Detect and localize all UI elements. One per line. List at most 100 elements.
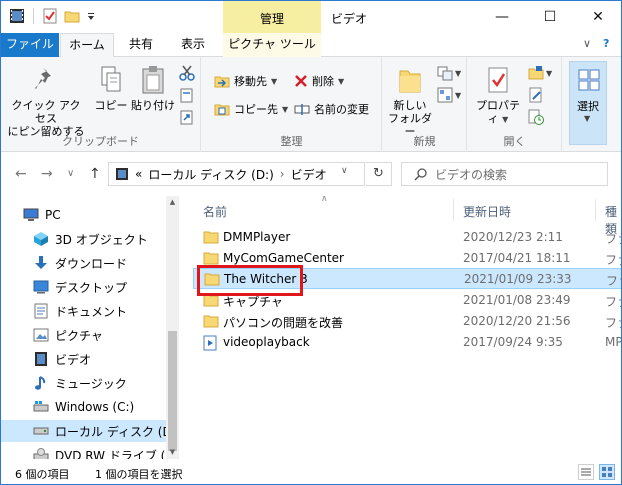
file-date: 2021/01/09 23:33 <box>464 272 572 286</box>
pin-quick-access-button[interactable]: クイック アクセス にピン留めする <box>7 65 85 138</box>
paste-shortcut-icon[interactable] <box>179 109 195 125</box>
easy-access-icon[interactable] <box>437 87 453 103</box>
folder-icon <box>203 231 219 244</box>
open-icon[interactable] <box>528 65 544 81</box>
breadcrumb-videos[interactable]: ビデオ <box>291 166 327 183</box>
close-button[interactable]: ✕ <box>575 1 621 33</box>
paste-button[interactable]: 貼り付け <box>131 65 175 112</box>
properties-label: プロパティ <box>476 99 520 125</box>
nav-item-dvd-drive-e[interactable]: DVD RW ドライブ (E:) A <box>1 444 179 459</box>
desktop-icon <box>33 279 49 295</box>
nav-scrollbar[interactable]: ▲ ▼ <box>166 196 179 459</box>
nav-item-pc[interactable]: PC <box>1 204 166 226</box>
details-view-button[interactable] <box>578 464 594 480</box>
tab-home[interactable]: ホーム <box>60 33 114 58</box>
rename-button[interactable]: 名前の変更 <box>294 101 369 117</box>
column-header-date[interactable]: 更新日時 <box>463 203 511 220</box>
maximize-button[interactable]: ☐ <box>527 1 573 33</box>
nav-item-3d-objects[interactable]: 3D オブジェクト <box>1 228 166 250</box>
minimize-button[interactable]: — <box>479 1 525 33</box>
nav-item-local-disk-d[interactable]: ローカル ディスク (D:) <box>1 420 179 442</box>
column-divider[interactable] <box>453 199 454 221</box>
file-row-pc-fix[interactable]: パソコンの問題を改善 2020/12/20 21:56 ファ <box>193 311 621 332</box>
window-title: ビデオ <box>331 12 368 26</box>
file-date: 2021/01/08 23:49 <box>463 293 571 307</box>
nav-item-label: ドキュメント <box>55 304 128 319</box>
recent-locations-button[interactable]: ∨ <box>67 168 74 179</box>
nav-item-label: ピクチャ <box>55 328 103 343</box>
move-to-button[interactable]: 移動先 ▼ <box>214 73 277 89</box>
new-folder-label-1: 新しい <box>393 99 427 112</box>
move-to-dropdown-icon: ▼ <box>271 76 278 86</box>
status-item-count: 6 個の項目 <box>15 468 70 481</box>
tab-file[interactable]: ファイル <box>1 33 59 57</box>
annotation-highlight-box <box>197 265 303 296</box>
properties-icon <box>488 67 508 93</box>
nav-item-music[interactable]: ミュージック <box>1 372 166 394</box>
collapse-ribbon-button[interactable]: ∨ <box>583 37 591 50</box>
nav-item-documents[interactable]: ドキュメント <box>1 300 166 322</box>
videos-icon <box>33 351 49 367</box>
documents-icon <box>33 303 49 319</box>
back-button[interactable]: ← <box>15 166 27 182</box>
nav-item-videos[interactable]: ビデオ <box>1 348 166 370</box>
paste-icon <box>142 66 164 94</box>
file-date: 2017/09/24 9:35 <box>463 335 563 349</box>
nav-item-desktop[interactable]: デスクトップ <box>1 276 166 298</box>
search-input[interactable]: ビデオの検索 <box>401 162 608 186</box>
ribbon-home: クイック アクセス にピン留めする コピー 貼り付け クリップボード 移動先 ▼… <box>1 57 621 152</box>
properties-dropdown-icon: ▼ <box>502 115 509 124</box>
column-header-name[interactable]: 名前 <box>203 203 227 220</box>
copy-path-icon[interactable] <box>179 87 195 103</box>
up-button[interactable]: ↑ <box>89 166 101 182</box>
address-dropdown-icon[interactable]: ∨ <box>341 166 348 176</box>
group-select: 選択 ▼ <box>563 57 621 152</box>
cut-icon[interactable] <box>179 65 195 81</box>
file-row-videoplayback[interactable]: videoplayback 2017/09/24 9:35 MP <box>193 332 621 353</box>
help-button[interactable]: ? <box>603 37 609 50</box>
new-item-icon[interactable] <box>437 65 453 81</box>
nav-scrollbar-thumb[interactable] <box>168 331 177 451</box>
clipboard-group-label: クリップボード <box>62 135 139 148</box>
customize-qat-icon[interactable] <box>86 8 96 24</box>
select-button[interactable]: 選択 ▼ <box>569 61 607 145</box>
tab-view[interactable]: 表示 <box>167 33 219 57</box>
tab-share[interactable]: 共有 <box>117 33 165 57</box>
breadcrumb-local-disk-d[interactable]: ローカル ディスク (D:) <box>148 166 273 183</box>
new-group-label: 新規 <box>413 135 436 148</box>
delete-button[interactable]: 削除 ▼ <box>294 73 344 89</box>
tab-picture-tools[interactable]: ピクチャ ツール <box>223 33 321 57</box>
file-row-dmmplayer[interactable]: DMMPlayer 2020/12/23 2:11 ファ <box>193 227 621 248</box>
history-icon[interactable] <box>528 109 544 125</box>
scroll-down-icon[interactable]: ▼ <box>166 448 179 456</box>
nav-item-label: 3D オブジェクト <box>55 232 148 247</box>
new-folder-button[interactable]: 新しい フォルダー <box>385 65 435 138</box>
move-to-label: 移動先 <box>234 75 267 88</box>
new-folder-qat-icon[interactable] <box>64 8 80 24</box>
copy-to-button[interactable]: コピー先 ▼ <box>214 101 288 117</box>
large-icons-view-button[interactable] <box>599 464 615 480</box>
forward-button[interactable]: → <box>41 166 53 182</box>
copy-button[interactable]: コピー <box>91 65 131 112</box>
explorer-app-icon[interactable] <box>9 8 25 24</box>
nav-item-pictures[interactable]: ピクチャ <box>1 324 166 346</box>
column-divider[interactable] <box>595 199 596 221</box>
nav-item-label: Windows (C:) <box>55 400 135 414</box>
scroll-up-icon[interactable]: ▲ <box>166 198 179 206</box>
properties-button[interactable]: プロパティ ▼ <box>472 65 524 126</box>
new-item-dropdown-icon: ▼ <box>455 69 462 78</box>
breadcrumb-overflow[interactable]: « <box>135 167 142 181</box>
address-bar[interactable]: « ローカル ディスク (D:) › ビデオ <box>108 162 365 186</box>
properties-qat-icon[interactable] <box>42 8 58 24</box>
nav-item-windows-c[interactable]: Windows (C:) <box>1 396 166 418</box>
refresh-button[interactable]: ↻ <box>366 162 392 186</box>
rename-icon <box>294 104 310 115</box>
select-all-icon <box>578 69 600 91</box>
nav-item-downloads[interactable]: ダウンロード <box>1 252 166 274</box>
folder-icon <box>203 252 219 265</box>
file-name: MyComGameCenter <box>223 251 344 265</box>
edit-icon[interactable] <box>528 87 544 103</box>
file-type: ファ <box>605 295 621 309</box>
group-organize: 移動先 ▼ コピー先 ▼ 削除 ▼ 名前の変更 整理 <box>202 57 382 152</box>
file-type: ファ <box>605 253 621 267</box>
